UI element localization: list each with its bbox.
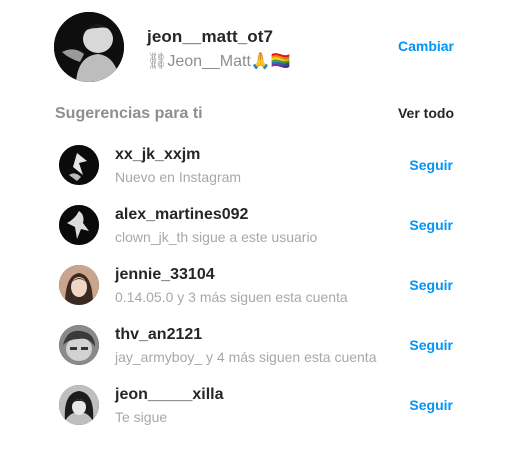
suggestion-subtitle: jay_armyboy_ y 4 más siguen esta cuenta (115, 349, 377, 365)
follow-button[interactable]: Seguir (409, 217, 453, 233)
suggestions-header: Sugerencias para ti Ver todo (55, 105, 454, 125)
suggestion-subtitle: clown_jk_th sigue a este usuario (115, 229, 318, 245)
suggestion-subtitle: 0.14.05.0 y 3 más siguen esta cuenta (115, 289, 348, 305)
suggestion-avatar[interactable] (59, 325, 99, 365)
suggestion-avatar[interactable] (59, 385, 99, 425)
suggestion-item: xx_jk_xxjm Nuevo en Instagram Seguir (59, 144, 454, 204)
suggestion-avatar[interactable] (59, 145, 99, 185)
suggestion-username[interactable]: jeon_____xilla (115, 386, 224, 404)
suggestion-item: jennie_33104 0.14.05.0 y 3 más siguen es… (59, 264, 454, 324)
switch-account-button[interactable]: Cambiar (398, 38, 454, 54)
current-profile: jeon__matt_ot7 ⛓Jeon__Matt🙏🏳️‍🌈 Cambiar (54, 12, 454, 84)
suggestions-list: xx_jk_xxjm Nuevo en Instagram Seguir ale… (59, 144, 454, 444)
suggestion-subtitle: Te sigue (115, 409, 168, 425)
follow-button[interactable]: Seguir (409, 397, 453, 413)
profile-avatar[interactable] (54, 12, 124, 82)
suggestion-item: thv_an2121 jay_armyboy_ y 4 más siguen e… (59, 324, 454, 384)
suggestion-item: alex_martines092 clown_jk_th sigue a est… (59, 204, 454, 264)
suggestions-title: Sugerencias para ti (55, 105, 203, 122)
profile-full-name: ⛓Jeon__Matt🙏🏳️‍🌈 (147, 53, 291, 70)
suggestion-username[interactable]: thv_an2121 (115, 326, 202, 344)
see-all-button[interactable]: Ver todo (398, 105, 454, 121)
suggestion-username[interactable]: xx_jk_xxjm (115, 146, 200, 164)
follow-button[interactable]: Seguir (409, 337, 453, 353)
suggestion-avatar[interactable] (59, 205, 99, 245)
suggestion-subtitle: Nuevo en Instagram (115, 169, 242, 185)
suggestion-username[interactable]: alex_martines092 (115, 206, 248, 224)
follow-button[interactable]: Seguir (409, 157, 453, 173)
suggestion-item: jeon_____xilla Te sigue Seguir (59, 384, 454, 444)
suggestion-username[interactable]: jennie_33104 (115, 266, 215, 284)
suggestion-avatar[interactable] (59, 265, 99, 305)
profile-username[interactable]: jeon__matt_ot7 (147, 27, 273, 47)
follow-button[interactable]: Seguir (409, 277, 453, 293)
